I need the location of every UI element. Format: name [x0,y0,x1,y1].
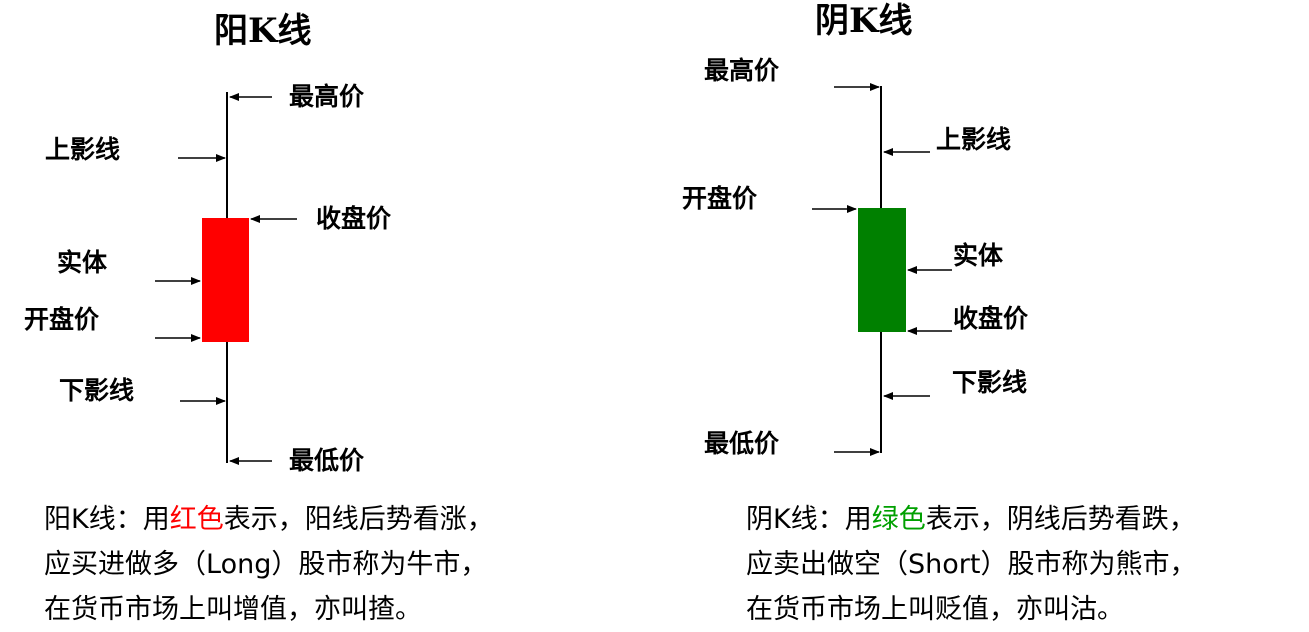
yang-close-label: 收盘价 [316,204,392,233]
yin-open-label: 开盘价 [682,184,758,213]
yin-desc-line1-suffix: 表示，阴线后势看跌， [925,504,1196,535]
yin-body-label: 实体 [953,241,1004,270]
yin-desc-line1-prefix: 阴K线：用 [746,504,872,535]
yang-upper-shadow-label: 上影线 [45,135,121,164]
yin-title: 阴K线 [815,1,913,41]
yang-lower-shadow-label: 下影线 [59,376,135,405]
yang-low-label: 最低价 [289,446,365,475]
yang-description: 阳K线：用红色表示，阳线后势看涨， 应买进做多（Long）股市称为牛市， 在货币… [44,497,494,632]
yang-open-label: 开盘价 [24,305,100,334]
yang-desc-line1: 阳K线：用红色表示，阳线后势看涨， [44,497,494,542]
yin-candle [812,83,952,456]
yang-high-label: 最高价 [289,82,365,111]
yang-desc-line3: 在货币市场上叫增值，亦叫揸。 [44,594,422,625]
yin-upper-shadow-label: 上影线 [936,125,1012,154]
yang-candle [155,92,297,465]
yin-description: 阴K线：用绿色表示，阴线后势看跌， 应卖出做空（Short）股市称为熊市， 在货… [746,497,1196,632]
yang-title: 阳K线 [214,11,312,51]
yin-high-label: 最高价 [704,56,780,85]
yin-lower-shadow-label: 下影线 [952,368,1028,397]
yin-desc-line2: 应卖出做空（Short）股市称为熊市， [746,549,1197,580]
yang-desc-color-word: 红色 [169,504,224,535]
yang-body-label: 实体 [57,248,108,277]
yin-close-label: 收盘价 [953,304,1029,333]
yin-desc-color-word: 绿色 [871,504,926,535]
yang-candle-body [202,218,249,342]
yang-desc-line2: 应买进做多（Long）股市称为牛市， [44,549,488,580]
yin-desc-line1: 阴K线：用绿色表示，阴线后势看跌， [746,497,1196,542]
yang-desc-line1-prefix: 阳K线：用 [44,504,170,535]
yin-low-label: 最低价 [704,429,780,458]
yin-candle-body [858,208,906,332]
yin-desc-line3: 在货币市场上叫贬值，亦叫沽。 [746,594,1124,625]
yang-desc-line1-suffix: 表示，阳线后势看涨， [223,504,494,535]
